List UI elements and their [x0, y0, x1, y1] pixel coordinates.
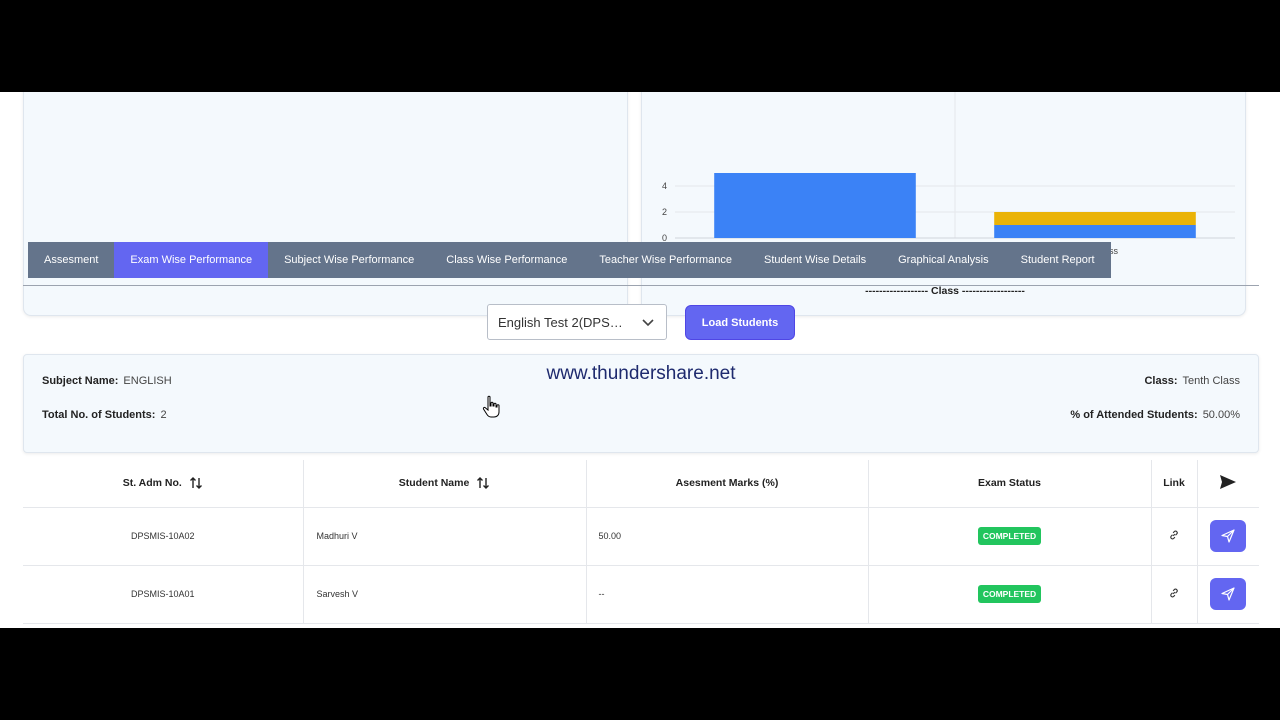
exam-select[interactable]: English Test 2(DPS…: [487, 304, 667, 340]
hand-cursor-icon: [482, 395, 500, 418]
cell-send: [1197, 507, 1259, 566]
header-adm-no[interactable]: St. Adm No.: [23, 460, 304, 508]
tabs-divider: [23, 285, 1259, 286]
y-tick-label: 2: [662, 207, 667, 217]
subject-row: Subject Name: ENGLISH: [42, 375, 172, 387]
exam-select-value: English Test 2(DPS…: [498, 314, 623, 330]
cell-adm-no: DPSMIS-10A02: [23, 507, 304, 566]
students-table: St. Adm No. Student Name Asesment Marks …: [23, 460, 1259, 624]
attended-value: 50.00%: [1202, 409, 1240, 421]
chevron-down-icon: [642, 319, 654, 327]
header-link: Link: [1151, 460, 1198, 508]
sort-arrows-icon[interactable]: [476, 476, 490, 490]
send-icon: [1221, 529, 1235, 543]
total-students-value: 2: [160, 409, 167, 421]
header-student-name-label: Student Name: [398, 477, 470, 490]
class-chart-card: 024Tenth ClassNinth Class---------------…: [641, 92, 1246, 316]
sort-arrows-icon[interactable]: [189, 476, 203, 490]
cell-send: [1197, 565, 1259, 624]
left-chart-card: [23, 92, 628, 316]
page-viewport: 024Tenth ClassNinth Class---------------…: [0, 92, 1280, 628]
header-marks: Asesment Marks (%): [586, 460, 869, 508]
class-value: Tenth Class: [1182, 375, 1240, 387]
cell-student-name: Sarvesh V: [303, 565, 587, 624]
link-icon[interactable]: [1169, 530, 1179, 540]
tab-teacher-wise-performance[interactable]: Teacher Wise Performance: [583, 242, 748, 278]
attended-label: % of Attended Students:: [1070, 409, 1198, 421]
tab-student-report[interactable]: Student Report: [1005, 242, 1111, 278]
cell-exam-status: COMPLETED: [868, 507, 1152, 566]
x-axis-title: ------------------ Class ---------------…: [865, 285, 1025, 297]
tab-subject-wise-performance[interactable]: Subject Wise Performance: [268, 242, 430, 278]
tab-class-wise-performance[interactable]: Class Wise Performance: [430, 242, 583, 278]
cell-student-name: Madhuri V: [303, 507, 587, 566]
send-button[interactable]: [1210, 578, 1247, 610]
subject-label: Subject Name:: [42, 375, 119, 387]
status-badge: COMPLETED: [977, 527, 1042, 545]
cell-link: [1151, 507, 1198, 566]
total-students-row: Total No. of Students: 2: [42, 409, 167, 421]
cell-marks: --: [586, 565, 869, 624]
exam-info-panel: www.thundershare.net Subject Name: ENGLI…: [23, 354, 1259, 453]
header-adm-no-label: St. Adm No.: [122, 477, 182, 490]
header-student-name[interactable]: Student Name: [303, 460, 587, 508]
tab-assesment[interactable]: Assesment: [28, 242, 114, 278]
send-button[interactable]: [1210, 520, 1247, 552]
class-label: Class:: [1144, 375, 1178, 387]
send-icon[interactable]: [1219, 474, 1237, 490]
attended-row: % of Attended Students: 50.00%: [1070, 409, 1240, 421]
cell-adm-no: DPSMIS-10A01: [23, 565, 304, 624]
status-badge: COMPLETED: [977, 585, 1042, 603]
header-exam-status: Exam Status: [868, 460, 1152, 508]
table-row: DPSMIS-10A01 Sarvesh V -- COMPLETED: [23, 565, 1259, 624]
cell-exam-status: COMPLETED: [868, 565, 1152, 624]
class-bar-chart: 024Tenth ClassNinth Class---------------…: [662, 92, 1235, 297]
table-row: DPSMIS-10A02 Madhuri V 50.00 COMPLETED: [23, 507, 1259, 566]
link-icon[interactable]: [1169, 588, 1179, 598]
header-send[interactable]: [1197, 460, 1259, 508]
cell-link: [1151, 565, 1198, 624]
subject-value: ENGLISH: [123, 375, 172, 387]
watermark-text: www.thundershare.net: [546, 363, 736, 384]
load-students-button[interactable]: Load Students: [685, 305, 795, 340]
total-students-label: Total No. of Students:: [42, 409, 156, 421]
send-icon: [1221, 587, 1235, 601]
tab-exam-wise-performance[interactable]: Exam Wise Performance: [114, 242, 269, 278]
table-header-row: St. Adm No. Student Name Asesment Marks …: [23, 460, 1259, 508]
y-tick-label: 4: [662, 181, 667, 191]
tab-bar: Assesment Exam Wise Performance Subject …: [28, 242, 1111, 278]
bar: [994, 225, 1196, 238]
tab-student-wise-details[interactable]: Student Wise Details: [748, 242, 882, 278]
class-row: Class: Tenth Class: [1144, 375, 1240, 387]
cell-marks: 50.00: [586, 507, 869, 566]
bar: [994, 212, 1196, 225]
tab-graphical-analysis[interactable]: Graphical Analysis: [882, 242, 1005, 278]
bar: [714, 173, 916, 238]
